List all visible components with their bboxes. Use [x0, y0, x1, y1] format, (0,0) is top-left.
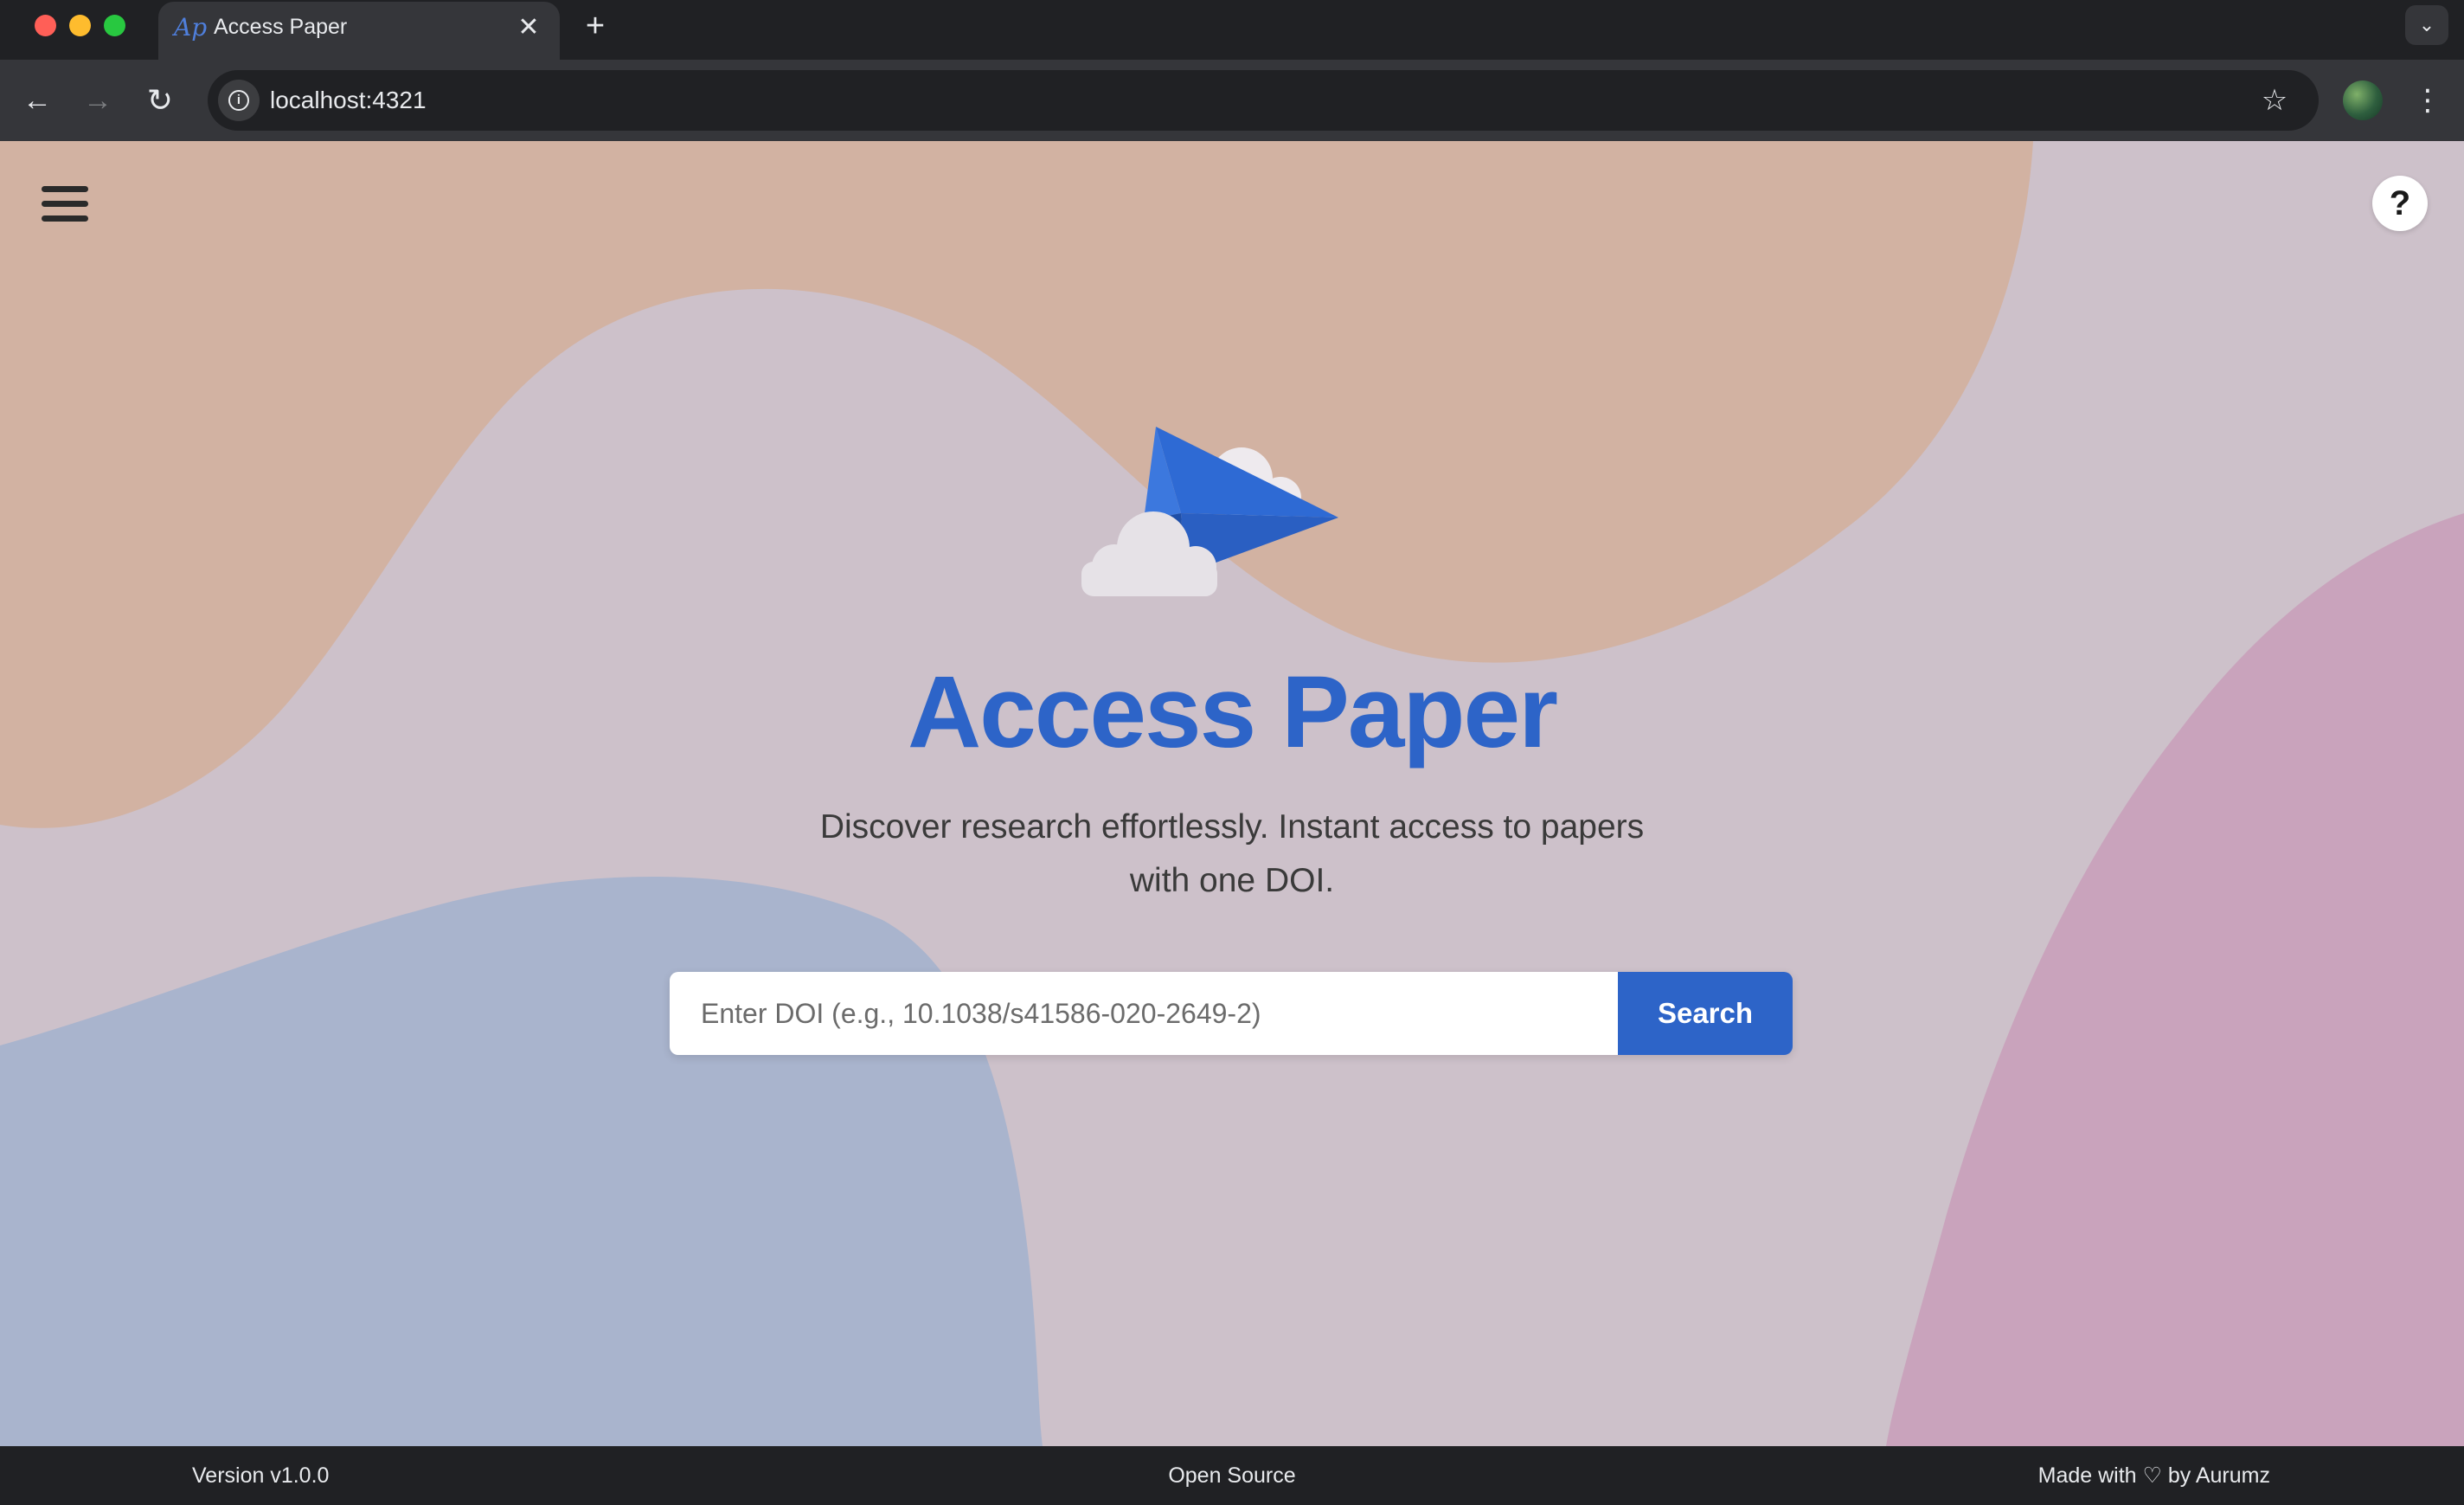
address-bar[interactable]: i localhost:4321 ☆ — [208, 70, 2319, 131]
blob-pink — [1886, 513, 2464, 1446]
tab-search-icon[interactable]: ⌄ — [2405, 5, 2448, 45]
doi-search-input[interactable] — [670, 972, 1618, 1055]
bookmark-star-icon[interactable]: ☆ — [2256, 82, 2293, 119]
browser-tab-active[interactable]: Ap Access Paper ✕ — [158, 2, 560, 60]
hamburger-icon-bar — [42, 201, 88, 207]
browser-toolbar: ← → ↻ i localhost:4321 ☆ ⋮ — [0, 60, 2464, 141]
footer-credit: Made with ♡ by Aurumz — [2037, 1463, 2270, 1488]
browser-menu-icon[interactable]: ⋮ — [2410, 79, 2445, 122]
subtitle-line: Discover research effortlessly. Instant … — [819, 808, 1645, 846]
tab-close-icon[interactable]: ✕ — [513, 12, 544, 43]
url-text[interactable]: localhost:4321 — [270, 86, 427, 115]
new-tab-icon[interactable]: + — [578, 9, 613, 43]
window-close-button[interactable] — [35, 15, 56, 36]
page-subtitle: Discover research effortlessly. Instant … — [799, 801, 1665, 908]
window-minimize-button[interactable] — [69, 15, 91, 36]
subtitle-line: with one DOI. — [1129, 862, 1335, 899]
browser-tabstrip: Ap Access Paper ✕ + ⌄ — [0, 0, 2464, 60]
tab-title: Access Paper — [214, 15, 348, 39]
page-title: Access Paper — [907, 655, 1558, 769]
page-content: ? Access Paper Discover research effortl… — [0, 141, 2464, 1446]
forward-icon[interactable]: → — [76, 79, 119, 122]
profile-avatar[interactable] — [2343, 80, 2383, 120]
hamburger-menu-button[interactable] — [42, 184, 88, 224]
hamburger-icon-bar — [42, 186, 88, 192]
help-button[interactable]: ? — [2372, 176, 2428, 231]
background-blobs — [0, 141, 2464, 1446]
back-icon[interactable]: ← — [16, 79, 59, 122]
doi-search-form: Search — [670, 972, 1793, 1055]
footer-version: Version v1.0.0 — [192, 1463, 330, 1488]
tab-favicon-icon: Ap — [174, 13, 208, 42]
reload-icon[interactable]: ↻ — [138, 79, 182, 122]
hamburger-icon-bar — [42, 215, 88, 222]
window-maximize-button[interactable] — [104, 15, 125, 36]
blob-blue — [0, 877, 1043, 1446]
site-info-button[interactable]: i — [218, 80, 260, 121]
info-icon: i — [228, 90, 249, 111]
paper-plane-icon — [1081, 427, 1338, 596]
search-button[interactable]: Search — [1618, 972, 1793, 1055]
footer-open-source-link[interactable]: Open Source — [1168, 1463, 1295, 1488]
page-footer: Version v1.0.0 Open Source Made with ♡ b… — [0, 1446, 2464, 1505]
